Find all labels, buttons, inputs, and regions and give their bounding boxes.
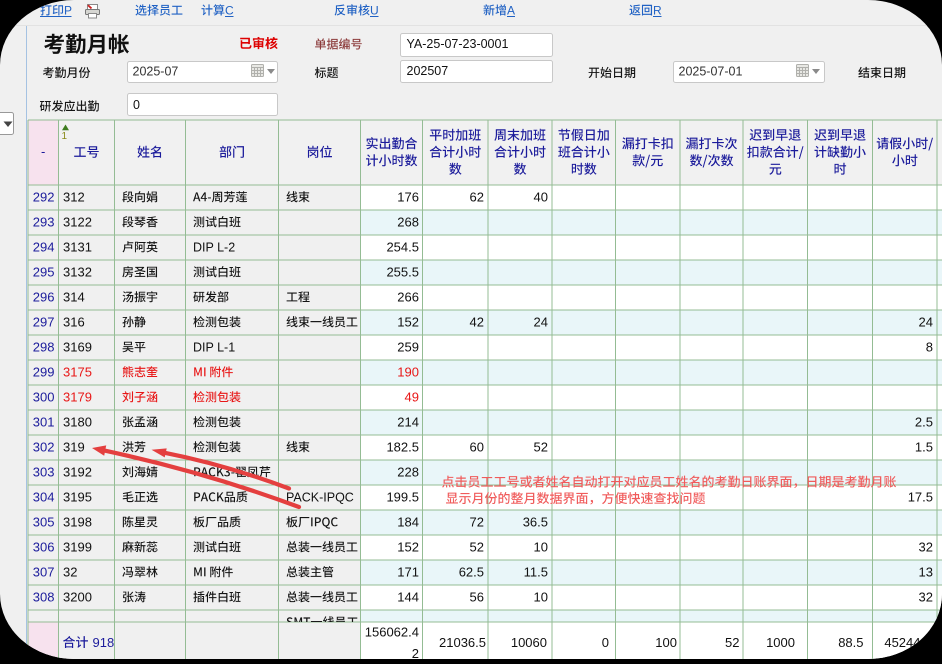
svg-text:A: A [507,4,515,18]
svg-text:PACK-IPQC: PACK-IPQC [286,491,354,505]
svg-text:32: 32 [919,540,933,555]
svg-text:88.5: 88.5 [838,635,863,650]
svg-text:32: 32 [919,590,933,605]
svg-text:2025-07-01: 2025-07-01 [679,65,743,79]
svg-text:3175: 3175 [63,365,92,380]
svg-text:100: 100 [655,635,677,650]
svg-text:294: 294 [33,240,55,255]
svg-text:302: 302 [33,440,55,455]
svg-text:292: 292 [33,190,55,205]
svg-text:303: 303 [33,465,55,480]
svg-text:293: 293 [33,215,55,230]
svg-text:24: 24 [534,315,548,330]
svg-text:2.5: 2.5 [915,415,933,430]
svg-text:52: 52 [725,635,739,650]
svg-text:144: 144 [397,590,419,605]
svg-text:305: 305 [33,515,55,530]
svg-text:316: 316 [63,315,85,330]
svg-text:298: 298 [33,340,55,355]
svg-text:296: 296 [33,290,55,305]
svg-text:17.5: 17.5 [908,490,933,505]
svg-text:U: U [370,4,379,18]
svg-text:268: 268 [397,215,419,230]
svg-text:184: 184 [397,515,419,530]
svg-text:254.5: 254.5 [386,240,419,255]
svg-text:0: 0 [602,635,609,650]
svg-text:52: 52 [534,440,548,455]
svg-text:DIP L-2: DIP L-2 [193,241,235,255]
svg-text:13: 13 [919,565,933,580]
svg-text:10060: 10060 [511,635,547,650]
svg-text:306: 306 [33,540,55,555]
svg-text:-: - [41,144,45,159]
svg-text:2025-07: 2025-07 [133,65,179,79]
svg-text:72: 72 [470,515,484,530]
svg-text:171: 171 [397,565,419,580]
svg-text:60: 60 [470,440,484,455]
svg-text:11.5: 11.5 [524,565,548,580]
svg-text:3122: 3122 [63,215,92,230]
svg-text:295: 295 [33,265,55,280]
svg-text:8: 8 [926,340,933,355]
svg-text:32: 32 [63,565,77,580]
svg-text:314: 314 [63,290,85,305]
svg-text:152: 152 [397,540,419,555]
svg-text:1000: 1000 [766,635,795,650]
svg-text:266: 266 [397,290,419,305]
svg-text:10: 10 [534,540,548,555]
svg-text:182.5: 182.5 [386,440,419,455]
svg-text:36.5: 36.5 [523,515,548,530]
svg-text:307: 307 [33,565,55,580]
svg-text:199.5: 199.5 [386,490,419,505]
svg-text:304: 304 [33,490,55,505]
svg-text:152: 152 [397,315,419,330]
svg-text:918: 918 [93,635,115,650]
svg-text:40: 40 [534,190,548,205]
svg-text:156062.4: 156062.4 [365,625,419,640]
svg-text:259: 259 [397,340,419,355]
svg-text:202507: 202507 [407,64,449,78]
svg-text:C: C [225,4,234,18]
svg-text:3195: 3195 [63,490,92,505]
svg-text:1: 1 [62,131,68,142]
svg-text:56: 56 [470,590,484,605]
svg-text:3179: 3179 [63,390,92,405]
svg-text:21036.5: 21036.5 [439,635,486,650]
svg-text:319: 319 [63,440,85,455]
svg-text:42: 42 [470,315,484,330]
svg-text:62: 62 [470,190,484,205]
svg-text:10: 10 [534,590,548,605]
svg-text:62.5: 62.5 [459,565,484,580]
svg-text:297: 297 [33,315,55,330]
svg-text:24: 24 [919,315,933,330]
svg-text:3169: 3169 [63,340,92,355]
svg-text:228: 228 [397,465,419,480]
svg-text:1.5: 1.5 [915,440,933,455]
svg-text:308: 308 [33,590,55,605]
svg-text:176: 176 [397,190,419,205]
svg-text:3200: 3200 [63,590,92,605]
svg-text:0: 0 [133,98,140,112]
svg-text:3131: 3131 [63,240,92,255]
svg-text:301: 301 [33,415,55,430]
svg-text:3199: 3199 [63,540,92,555]
svg-text:255.5: 255.5 [386,265,419,280]
svg-text:299: 299 [33,365,55,380]
svg-text:DIP L-1: DIP L-1 [193,341,235,355]
svg-text:2: 2 [412,646,419,659]
svg-text:P: P [64,4,72,18]
svg-text:190: 190 [397,365,419,380]
svg-text:3192: 3192 [63,465,92,480]
svg-text:R: R [653,4,662,18]
svg-text:YA-25-07-23-0001: YA-25-07-23-0001 [407,37,509,51]
svg-text:3180: 3180 [63,415,92,430]
svg-text:214: 214 [397,415,419,430]
svg-text:52: 52 [470,540,484,555]
svg-text:312: 312 [63,190,85,205]
svg-text:300: 300 [33,390,55,405]
svg-text:3132: 3132 [63,265,92,280]
svg-text:3198: 3198 [63,515,92,530]
svg-text:49: 49 [405,390,419,405]
